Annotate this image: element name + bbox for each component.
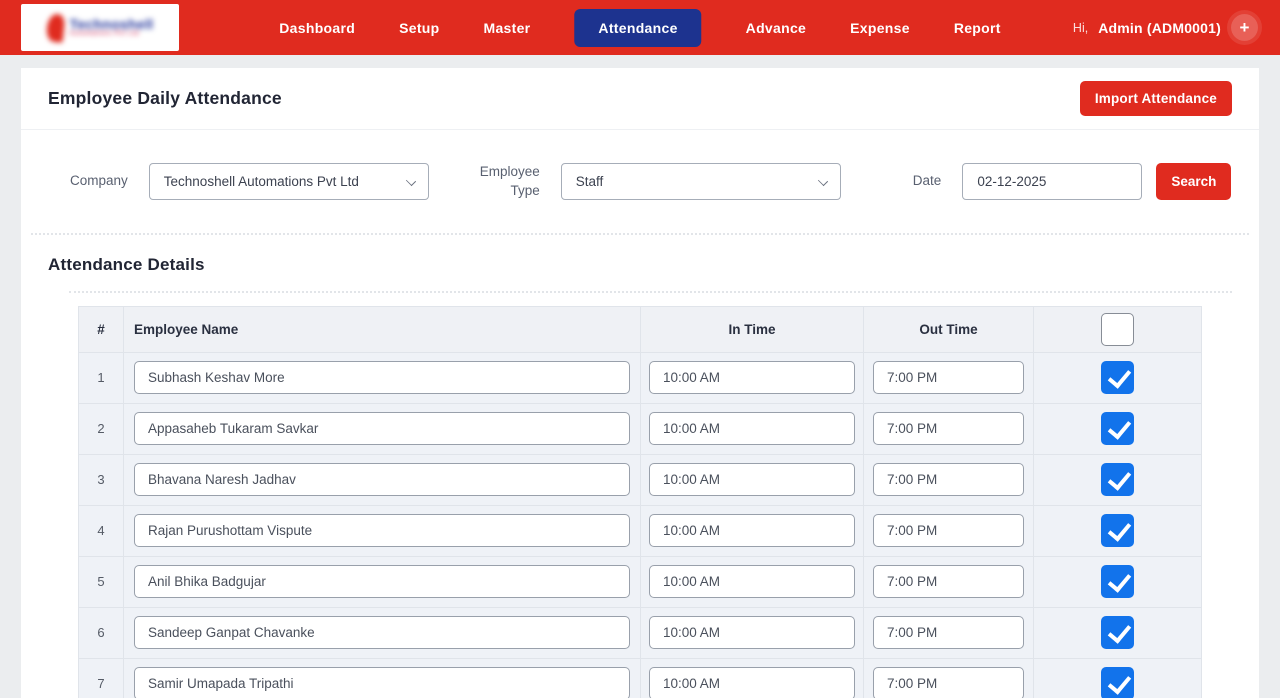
employee-name-input[interactable] — [134, 463, 630, 496]
out-time-input[interactable] — [873, 463, 1024, 496]
company-filter-group: Company Technoshell Automations Pvt Ltd — [70, 163, 429, 200]
brand-logo-tagline: Automations Pvt Ltd — [70, 31, 154, 38]
date-filter-group: Date — [913, 163, 1143, 200]
nav-item-report[interactable]: Report — [954, 20, 1001, 36]
present-checkbox[interactable] — [1101, 361, 1134, 394]
present-checkbox[interactable] — [1101, 565, 1134, 598]
employee-type-select[interactable]: Staff — [561, 163, 841, 200]
separator — [69, 291, 1232, 293]
nav-item-expense[interactable]: Expense — [850, 20, 910, 36]
table-row: 5 — [79, 556, 1202, 607]
brand-logo[interactable]: Technoshell Automations Pvt Ltd — [21, 4, 179, 51]
attendance-table: # Employee Name In Time Out Time 1 2 3 — [78, 306, 1202, 698]
row-index: 2 — [79, 403, 124, 454]
employee-name-input[interactable] — [134, 565, 630, 598]
in-time-input[interactable] — [649, 412, 855, 445]
import-attendance-button[interactable]: Import Attendance — [1080, 81, 1232, 116]
brand-logo-icon — [45, 13, 65, 43]
company-select[interactable]: Technoshell Automations Pvt Ltd — [149, 163, 429, 200]
nav-item-dashboard[interactable]: Dashboard — [279, 20, 355, 36]
out-time-input[interactable] — [873, 361, 1024, 394]
employee-type-select-value: Staff — [576, 174, 604, 189]
filter-bar: Company Technoshell Automations Pvt Ltd … — [21, 130, 1259, 233]
employee-type-filter-group: Employee Type Staff — [476, 163, 841, 201]
table-row: 7 — [79, 658, 1202, 698]
out-time-input[interactable] — [873, 514, 1024, 547]
page-header: Employee Daily Attendance Import Attenda… — [21, 68, 1259, 130]
user-name: Admin (ADM0001) — [1098, 20, 1221, 36]
table-row: 4 — [79, 505, 1202, 556]
greeting-text: Hi, — [1073, 21, 1088, 35]
present-checkbox[interactable] — [1101, 412, 1134, 445]
present-checkbox[interactable] — [1101, 667, 1134, 698]
table-row: 1 — [79, 352, 1202, 403]
section-title: Attendance Details — [21, 235, 1259, 291]
in-time-input[interactable] — [649, 361, 855, 394]
company-label: Company — [70, 172, 128, 191]
plus-icon[interactable]: + — [1231, 14, 1258, 41]
in-time-input[interactable] — [649, 565, 855, 598]
row-index: 3 — [79, 454, 124, 505]
table-row: 2 — [79, 403, 1202, 454]
brand-logo-text: Technoshell — [70, 17, 154, 32]
header-in-time: In Time — [641, 306, 864, 352]
chevron-down-icon — [406, 176, 416, 186]
main-nav: Dashboard Setup Master Attendance Advance Exp… — [279, 0, 1000, 55]
date-label: Date — [913, 172, 942, 191]
search-button[interactable]: Search — [1156, 163, 1231, 200]
employee-name-input[interactable] — [134, 361, 630, 394]
row-index: 1 — [79, 352, 124, 403]
present-checkbox[interactable] — [1101, 616, 1134, 649]
header-index: # — [79, 306, 124, 352]
row-index: 4 — [79, 505, 124, 556]
in-time-input[interactable] — [649, 616, 855, 649]
chevron-down-icon — [818, 176, 828, 186]
table-row: 6 — [79, 607, 1202, 658]
nav-item-attendance[interactable]: Attendance — [574, 9, 701, 47]
top-navbar: Technoshell Automations Pvt Ltd Dashboar… — [0, 0, 1280, 55]
out-time-input[interactable] — [873, 616, 1024, 649]
employee-type-label: Employee Type — [476, 163, 540, 201]
employee-name-input[interactable] — [134, 412, 630, 445]
row-index: 6 — [79, 607, 124, 658]
header-select-all — [1034, 306, 1202, 352]
nav-item-setup[interactable]: Setup — [399, 20, 439, 36]
header-out-time: Out Time — [864, 306, 1034, 352]
attendance-table-container: # Employee Name In Time Out Time 1 2 3 — [78, 306, 1259, 698]
row-index: 7 — [79, 658, 124, 698]
in-time-input[interactable] — [649, 514, 855, 547]
out-time-input[interactable] — [873, 412, 1024, 445]
in-time-input[interactable] — [649, 463, 855, 496]
present-checkbox[interactable] — [1101, 514, 1134, 547]
employee-name-input[interactable] — [134, 667, 630, 698]
header-employee-name: Employee Name — [124, 306, 641, 352]
table-header-row: # Employee Name In Time Out Time — [79, 306, 1202, 352]
select-all-checkbox[interactable] — [1101, 313, 1134, 346]
out-time-input[interactable] — [873, 667, 1024, 698]
out-time-input[interactable] — [873, 565, 1024, 598]
company-select-value: Technoshell Automations Pvt Ltd — [164, 174, 359, 189]
present-checkbox[interactable] — [1101, 463, 1134, 496]
employee-name-input[interactable] — [134, 616, 630, 649]
brand-logo-image: Technoshell Automations Pvt Ltd — [47, 14, 154, 42]
in-time-input[interactable] — [649, 667, 855, 698]
date-input[interactable] — [962, 163, 1142, 200]
table-row: 3 — [79, 454, 1202, 505]
row-index: 5 — [79, 556, 124, 607]
page-title: Employee Daily Attendance — [48, 88, 282, 109]
content-card: Employee Daily Attendance Import Attenda… — [21, 68, 1259, 698]
employee-name-input[interactable] — [134, 514, 630, 547]
nav-item-advance[interactable]: Advance — [746, 20, 806, 36]
nav-item-master[interactable]: Master — [483, 20, 530, 36]
user-area: Hi, Admin (ADM0001) + — [1073, 14, 1258, 41]
